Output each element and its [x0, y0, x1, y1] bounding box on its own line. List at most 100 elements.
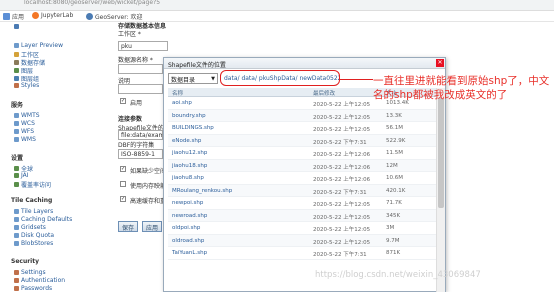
file-modified-cell: 2020-5-22 上午12:06 — [313, 177, 371, 183]
sidebar-item-caching-defaults[interactable]: Caching Defaults — [14, 216, 72, 223]
annotation-note: 一直往里进就能看到原始shp了，中文名的shp都被我改成英文的了 — [373, 75, 550, 101]
file-name-cell[interactable]: newroad.shp — [172, 213, 207, 219]
file-modified-cell: 2020-5-22 上午12:06 — [313, 164, 371, 171]
cache-reuse-label: 高速缓存和重 — [130, 198, 167, 205]
file-name-cell[interactable]: boundry.shp — [172, 113, 206, 119]
file-modified-cell: 2020-5-22 上午12:06 — [313, 152, 371, 158]
file-modified-cell: 2020-5-22 下午7:31 — [313, 139, 367, 146]
table-row[interactable]: BUILDINGS.shp 2020-5-22 上午12:05 56.1M — [168, 122, 436, 135]
table-row[interactable]: MRoulang_renkou.shp 2020-5-22 下午7:31 420.1… — [168, 184, 436, 197]
watermark: https://blog.csdn.net/weixin_43069847 — [315, 270, 481, 280]
workspace-label: 工作区 * — [118, 31, 141, 38]
sidebar-item-jai[interactable]: JAI — [14, 172, 29, 179]
workspace-select[interactable]: pku — [118, 41, 168, 51]
sidebar-item-wfs[interactable]: WFS — [14, 128, 34, 135]
sidebar-item-security-settings[interactable]: Settings — [14, 269, 46, 276]
services-heading: 服务 — [11, 102, 24, 109]
sidebar-nav: Layer Preview 工作区 数据存储 图层 图层组 Styles 服务 … — [0, 22, 84, 292]
bookmark-label: GeoServer: 欢迎 — [95, 14, 143, 21]
sidebar-item-gridsets[interactable]: Gridsets — [14, 224, 46, 231]
file-name-cell[interactable]: jiaohu8.shp — [172, 175, 204, 181]
sidebar-item-wcs[interactable]: WCS — [14, 120, 35, 127]
bookmark-apps[interactable]: 应用 — [3, 12, 24, 21]
sidebar-item-wmts[interactable]: WMTS — [14, 112, 40, 119]
table-row[interactable]: jiaohu12.shp 2020-5-22 上午12:06 11.5M — [168, 147, 436, 160]
breadcrumb-path[interactable]: data/ data/ pkuShpData/ newData0522/ — [220, 70, 340, 86]
file-size-cell: 9.7M — [386, 237, 400, 244]
sidebar-item-coverage-access[interactable]: 覆盖率访问 — [14, 180, 51, 189]
layer-group-icon — [14, 76, 19, 81]
tile-caching-heading: Tile Caching — [11, 197, 53, 204]
column-name-header[interactable]: 名称 — [172, 89, 183, 97]
tile-icon — [14, 209, 19, 214]
file-size-cell: 11.5M — [386, 150, 403, 156]
file-modified-cell: 2020-5-22 上午12:05 — [313, 227, 371, 233]
root-directory-select[interactable]: 数据目录 ▼ — [168, 73, 218, 84]
table-row[interactable]: TaiYuanL.shp 2020-5-22 下午7:31 871K — [168, 247, 436, 260]
table-row[interactable]: jiaohu18.shp 2020-5-22 上午12:06 12M — [168, 159, 436, 172]
file-name-cell[interactable]: TaiYuanL.shp — [172, 250, 207, 256]
apply-button[interactable]: 应用 — [142, 221, 163, 232]
bookmark-jupyterlab[interactable]: JupyterLab — [32, 12, 73, 19]
file-name-cell[interactable]: MRoulang_renkou.shp — [172, 188, 232, 194]
table-row[interactable]: oldpoi.shp 2020-5-22 上午12:05 3M — [168, 222, 436, 235]
cache-reuse-checkbox[interactable]: ✓ — [120, 196, 126, 202]
sidebar-item-wms[interactable]: WMS — [14, 136, 36, 143]
enabled-label: 启用 — [130, 100, 143, 107]
sidebar-item-blobstores[interactable]: BlobStores — [14, 240, 53, 247]
bookmark-label: 应用 — [12, 14, 25, 21]
scrollbar-thumb[interactable] — [438, 98, 444, 208]
sidebar-item-about[interactable] — [14, 24, 19, 29]
file-name-cell[interactable]: aoi.shp — [172, 100, 192, 106]
file-size-cell: 345K — [386, 212, 401, 219]
column-modified-header[interactable]: 最后修改 — [313, 89, 335, 97]
file-modified-cell: 2020-5-22 下午7:31 — [313, 189, 367, 196]
service-icon — [14, 113, 19, 118]
table-row[interactable]: jiaohu8.shp 2020-5-22 上午12:06 10.6M — [168, 172, 436, 185]
memory-mapped-checkbox[interactable] — [120, 181, 126, 187]
chevron-down-icon: ▼ — [211, 76, 215, 82]
description-input[interactable] — [118, 84, 163, 94]
file-modified-cell: 2020-5-22 下午7:31 — [313, 252, 367, 258]
browser-address-bar[interactable]: localhost:8080/geoserver/web/wicket/page… — [0, 0, 554, 11]
sidebar-item-styles[interactable]: Styles — [14, 82, 39, 89]
sidebar-item-tile-layers[interactable]: Tile Layers — [14, 208, 53, 215]
shapefile-location-input[interactable]: file:data/example — [118, 130, 163, 140]
security-heading: Security — [11, 258, 40, 265]
file-name-cell[interactable]: BUILDINGS.shp — [172, 125, 214, 131]
file-name-cell[interactable]: oldroad.shp — [172, 238, 204, 244]
enabled-checkbox[interactable]: ✓ — [120, 98, 126, 104]
close-icon[interactable]: ✕ — [436, 59, 444, 67]
save-button[interactable]: 保存 — [118, 221, 139, 232]
table-row[interactable]: oldroad.shp 2020-5-22 上午12:05 9.7M — [168, 234, 436, 247]
table-row[interactable]: eNode.shp 2020-5-22 下午7:31 522.9K — [168, 134, 436, 147]
sidebar-item-disk-quota[interactable]: Disk Quota — [14, 232, 54, 239]
file-name-cell[interactable]: oldpoi.shp — [172, 225, 200, 231]
apps-icon — [3, 13, 10, 20]
disk-icon — [14, 233, 19, 238]
file-name-cell[interactable]: jiaohu12.shp — [172, 150, 207, 156]
table-row[interactable]: newpoi.shp 2020-5-22 上午12:05 71.7K — [168, 197, 436, 210]
file-name-cell[interactable]: newpoi.shp — [172, 200, 203, 206]
create-spatial-index-checkbox[interactable]: ✓ — [120, 166, 126, 172]
file-name-cell[interactable]: eNode.shp — [172, 138, 201, 144]
bookmark-geoserver[interactable]: GeoServer: 欢迎 — [86, 12, 143, 21]
file-name-cell[interactable]: jiaohu18.shp — [172, 163, 207, 169]
file-size-cell: 12M — [386, 162, 398, 169]
file-modified-cell: 2020-5-22 上午12:05 — [313, 202, 371, 208]
dialog-title: Shapefile文件的位置 — [164, 58, 445, 69]
vertical-scrollbar[interactable] — [436, 88, 445, 292]
sidebar-item-passwords[interactable]: Passwords — [14, 285, 52, 292]
table-row[interactable]: boundry.shp 2020-5-22 上午12:05 13.3K — [168, 109, 436, 122]
url-text[interactable]: localhost:8080/geoserver/web/wicket/page… — [24, 0, 160, 6]
charset-select[interactable]: ISO-8859-1 — [118, 149, 163, 159]
datasource-name-input[interactable] — [118, 64, 163, 74]
blobstore-icon — [14, 241, 19, 246]
sidebar-item-authentication[interactable]: Authentication — [14, 277, 65, 284]
sidebar-item-layer-preview[interactable]: Layer Preview — [14, 42, 63, 49]
coverage-icon — [14, 182, 19, 187]
table-row[interactable]: newroad.shp 2020-5-22 上午12:05 345K — [168, 209, 436, 222]
file-modified-cell: 2020-5-22 上午12:05 — [313, 114, 371, 121]
settings-heading: 设置 — [11, 155, 24, 162]
file-list-table: 名称 最后修改 大小 aoi.shp 2020-5-22 上午12:05 1013.… — [168, 88, 436, 292]
